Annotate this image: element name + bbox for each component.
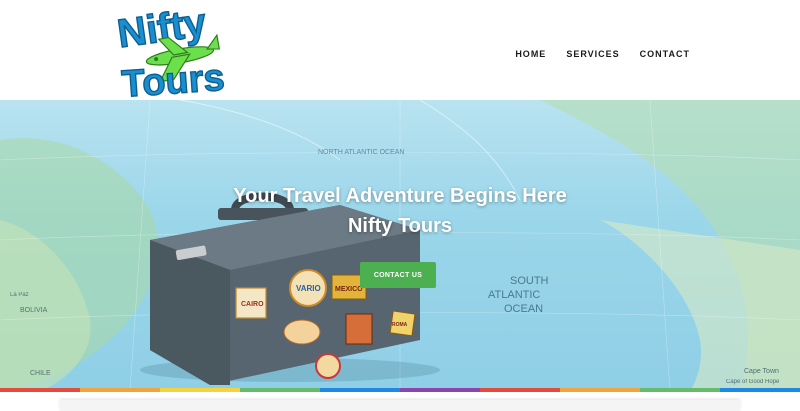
nav-item-home[interactable]: HOME: [515, 49, 546, 59]
content-card-edge: [60, 400, 740, 411]
hero-headline: Your Travel Adventure Begins Here: [233, 185, 567, 207]
main-nav: HOME SERVICES CONTACT: [515, 49, 690, 59]
sticker-roma: ROMA: [392, 322, 408, 328]
map-label-ocean: OCEAN: [504, 303, 543, 315]
site-header: Nifty Tours HOME SERVICES CONTACT: [0, 0, 800, 100]
map-label-cape-town: Cape Town: [744, 368, 779, 375]
map-label-atlantic: ATLANTIC: [488, 289, 540, 301]
hero-section: NORTH ATLANTIC OCEAN SOUTH ATLANTIC OCEA…: [0, 100, 800, 391]
sticker-vario: VARIO: [296, 284, 321, 293]
nav-item-contact[interactable]: CONTACT: [640, 49, 690, 59]
sticker-mexico: MEXICO: [335, 286, 363, 293]
map-label-north-atlantic: NORTH ATLANTIC OCEAN: [318, 149, 404, 156]
nifty-tours-logo[interactable]: Nifty Tours: [104, 4, 232, 100]
map-label-la-paz: La Paz: [10, 292, 29, 298]
map-label-bolivia: BOLIVIA: [20, 307, 48, 314]
logo-graphic: Nifty Tours: [114, 4, 227, 100]
content-section-top: [0, 392, 800, 411]
map-label-good-hope: Cape of Good Hope: [726, 379, 780, 385]
map-label-south: SOUTH: [510, 275, 549, 287]
world-map-background: NORTH ATLANTIC OCEAN SOUTH ATLANTIC OCEA…: [0, 100, 800, 391]
contact-us-button[interactable]: CONTACT US: [360, 262, 436, 288]
logo-text-line2: Tours: [120, 57, 225, 100]
hero-subheadline: Nifty Tours: [347, 215, 453, 237]
map-label-chile: CHILE: [30, 370, 51, 377]
sticker-cairo: CAIRO: [241, 301, 264, 308]
nav-item-services[interactable]: SERVICES: [566, 49, 619, 59]
